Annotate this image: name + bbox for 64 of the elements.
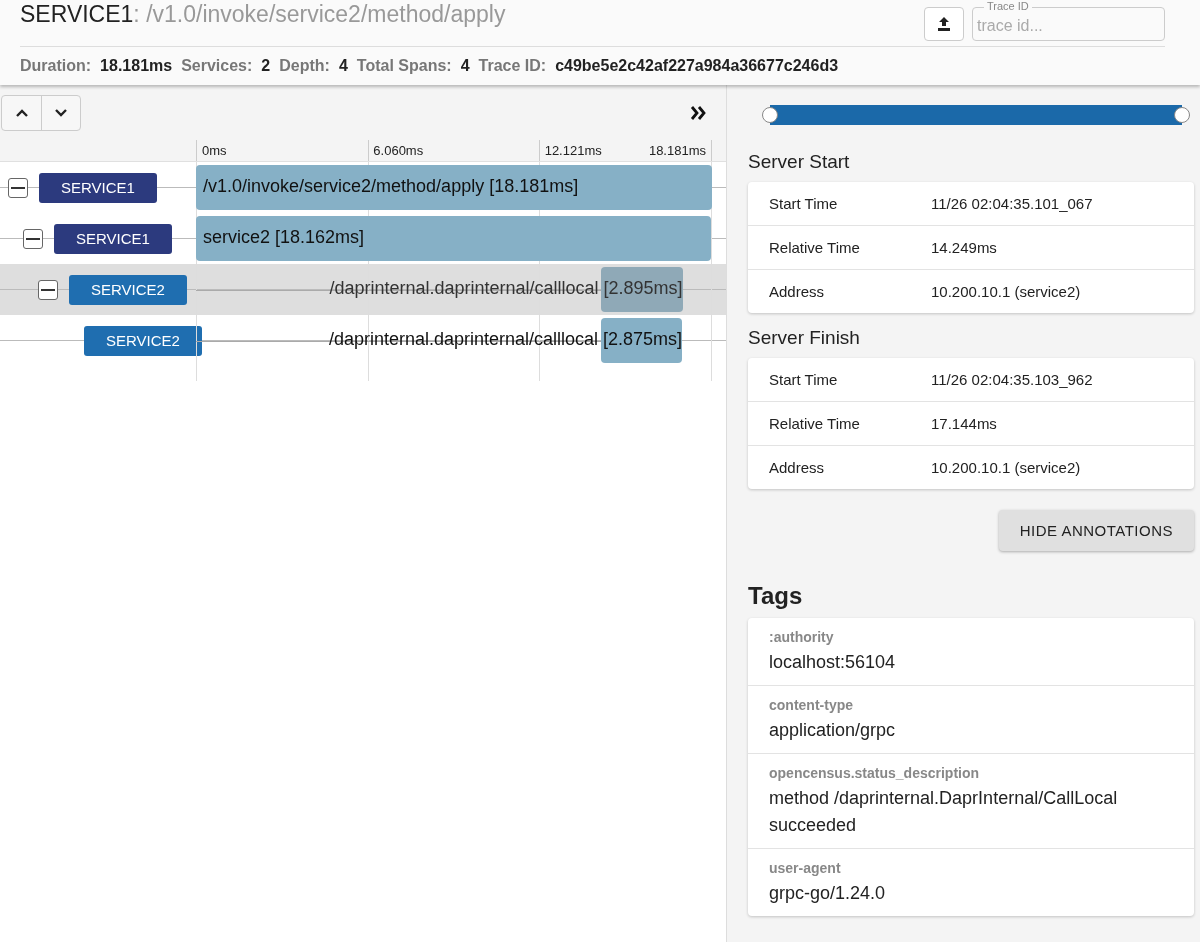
collapse-toggle[interactable] xyxy=(8,177,28,198)
annotation-label: Start Time xyxy=(769,195,839,212)
double-chevron-icon[interactable] xyxy=(690,105,708,120)
annotation-value: 10.200.10.1 (service2) xyxy=(931,459,1081,476)
annotation-label: Address xyxy=(769,283,826,300)
tags-heading: Tags xyxy=(748,582,804,610)
tag-value: localhost:56104 xyxy=(769,651,897,674)
annotation-value: 17.144ms xyxy=(931,415,997,432)
span-label: /v1.0/invoke/service2/method/apply [18.181ms] xyxy=(203,176,579,197)
collapse-toggle[interactable] xyxy=(38,279,58,300)
annotation-label: Start Time xyxy=(769,371,839,388)
time-tick: 0ms xyxy=(201,143,228,158)
span-bar[interactable] xyxy=(196,165,712,210)
slider-thumb[interactable] xyxy=(1174,107,1190,123)
stat-value: 4 xyxy=(460,56,470,75)
annotation-value: 11/26 02:04:35.101_067 xyxy=(931,195,1093,212)
annotation-value: 10.200.10.1 (service2) xyxy=(931,283,1081,300)
annotation-label: Relative Time xyxy=(769,239,861,256)
field-label: Trace ID xyxy=(984,0,1032,12)
range-slider[interactable] xyxy=(762,105,1190,125)
service-badge[interactable]: SERVICE1 xyxy=(54,223,172,254)
upload-button[interactable] xyxy=(924,7,964,41)
service-badge[interactable]: SERVICE2 xyxy=(69,274,187,305)
tag-key: user-agent xyxy=(769,860,1173,876)
chevron-down-icon xyxy=(55,108,67,117)
annotation-label: Relative Time xyxy=(769,415,861,432)
service-badge[interactable]: SERVICE1 xyxy=(39,172,157,203)
annotation-value: 14.249ms xyxy=(931,239,997,256)
slider-thumb[interactable] xyxy=(762,107,778,123)
chevron-up-icon xyxy=(15,108,28,117)
time-tick: 18.181ms xyxy=(647,143,707,158)
span-row[interactable]: SERVICE2 /daprinternal.daprinternal/calllocal [2.895ms] xyxy=(0,264,726,315)
upload-icon xyxy=(936,16,952,32)
span-row[interactable]: SERVICE1 /v1.0/invoke/service2/method/apply [18.181ms] xyxy=(0,162,726,213)
tag-value: application/grpc xyxy=(769,719,897,742)
tag-key: content-type xyxy=(769,697,1173,713)
span-label: service2 [18.162ms] xyxy=(203,227,365,248)
tag-key: opencensus.status_description xyxy=(769,765,1173,781)
collapse-toggle[interactable] xyxy=(23,228,43,249)
stat-label: Services: xyxy=(181,56,253,75)
span-bar[interactable] xyxy=(600,318,683,363)
time-tick: 6.060ms xyxy=(372,143,425,158)
span-row[interactable]: SERVICE2 /daprinternal.daprinternal/calllocal [2.875ms] xyxy=(0,315,726,366)
span-label: /daprinternal.daprinternal/calllocal [2.895ms] xyxy=(329,278,683,299)
trace-title: SERVICE1: /v1.0/invoke/service2/method/apply xyxy=(20,1,507,28)
stat-value: 2 xyxy=(261,56,271,75)
span-label: /daprinternal.daprinternal/calllocal [2.875ms] xyxy=(328,329,683,350)
annotation-title: Server Finish xyxy=(748,327,861,349)
stat-value: c49be5e2c42af227a984a36677c246d3 xyxy=(555,56,839,75)
stat-label: Depth: xyxy=(279,56,330,75)
annotation-title: Server Start xyxy=(748,151,851,173)
tag-value: grpc-go/1.24.0 xyxy=(769,882,887,905)
time-tick: 12.121ms xyxy=(543,143,603,158)
tag-key: :authority xyxy=(769,629,1173,645)
annotation-label: Address xyxy=(769,459,826,476)
stat-label: Duration: xyxy=(20,56,92,75)
annotation-value: 11/26 02:04:35.103_962 xyxy=(931,371,1093,388)
stat-value: 18.181ms xyxy=(100,56,173,75)
span-row[interactable]: SERVICE1 service2 [18.162ms] xyxy=(0,213,726,264)
stat-label: Trace ID: xyxy=(478,56,547,75)
stat-label: Total Spans: xyxy=(356,56,452,75)
stat-value: 4 xyxy=(338,56,348,75)
tag-value: method /daprinternal.DaprInternal/CallLocal succeeded xyxy=(769,787,1119,837)
hide-annotations-button[interactable]: HIDE ANNOTATIONS xyxy=(998,510,1194,551)
